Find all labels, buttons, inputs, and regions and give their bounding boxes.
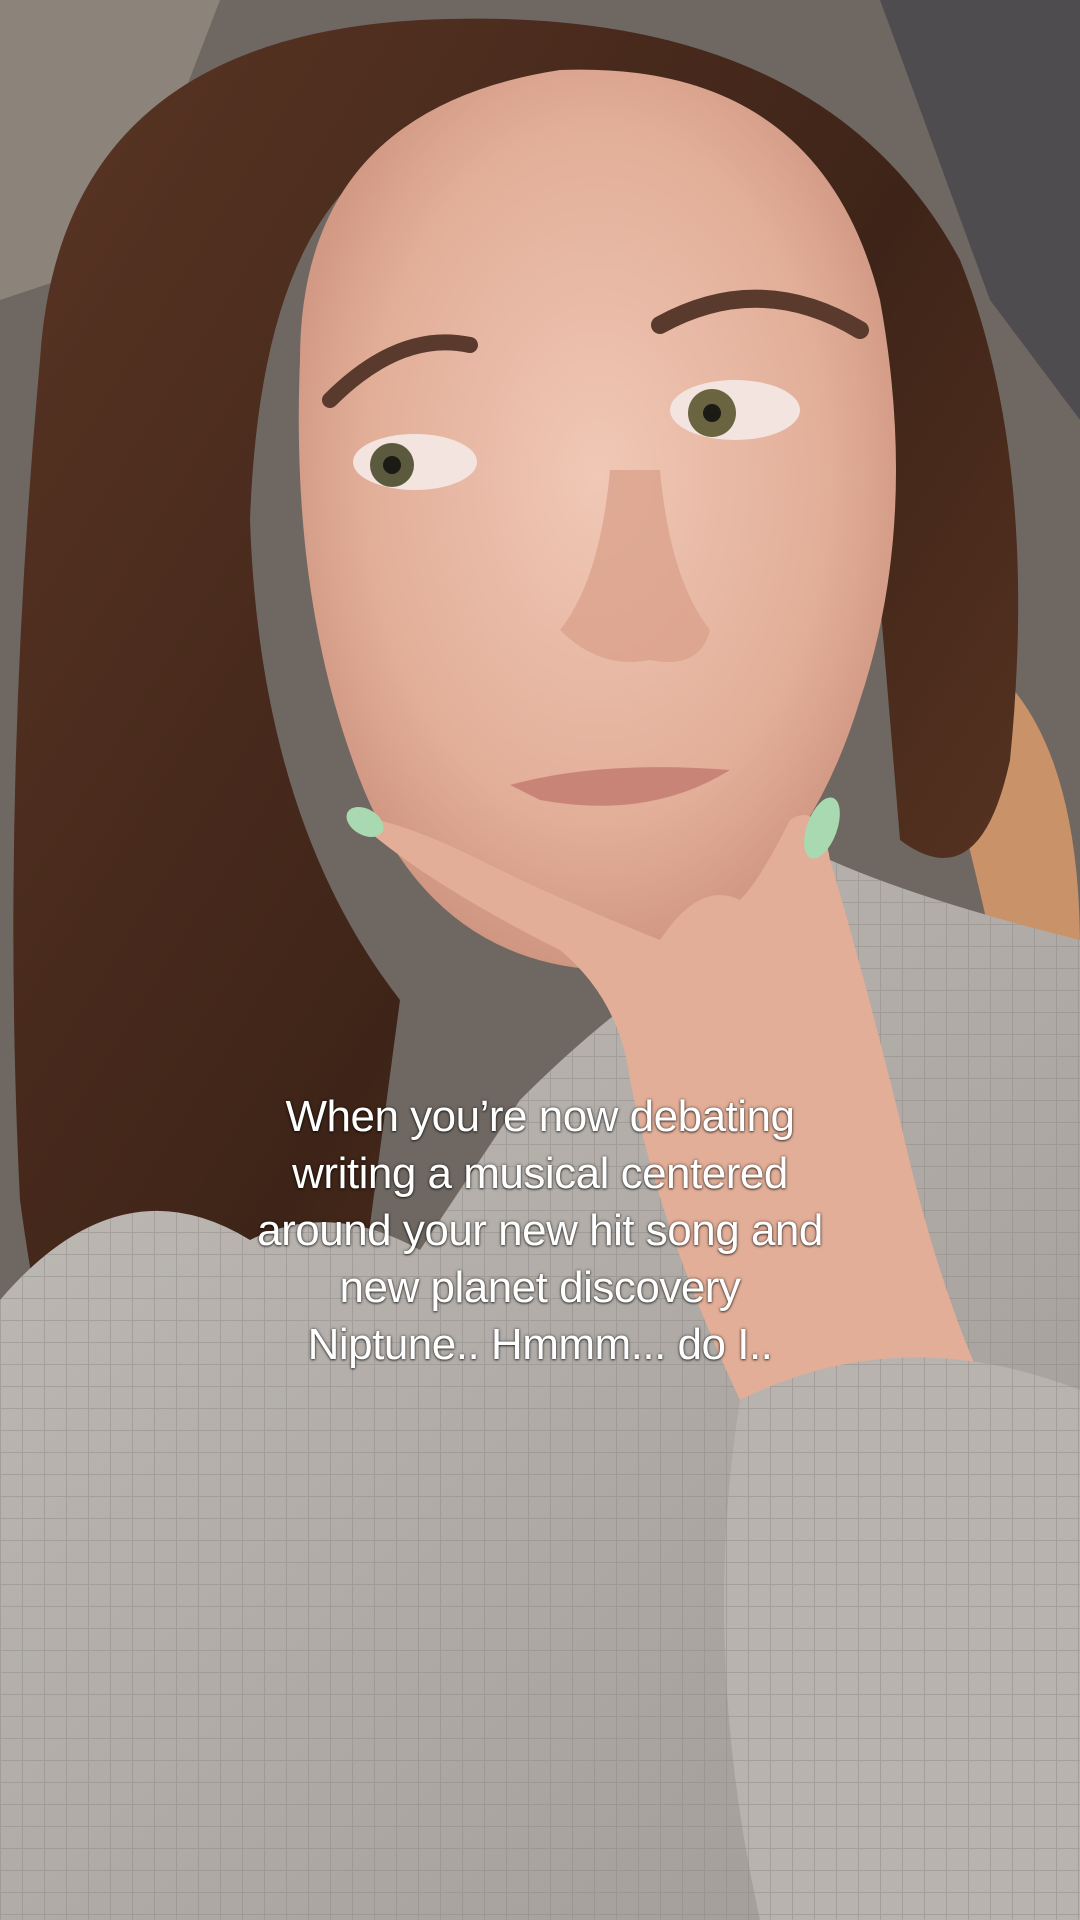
caption-line-2: writing a musical centered	[292, 1149, 788, 1198]
caption-line-1: When you’re now debating	[285, 1092, 796, 1141]
caption-line-3: around your new hit song and	[257, 1206, 823, 1255]
video-frame[interactable]: When you’re now debating writing a music…	[0, 0, 1080, 1920]
video-caption: When you’re now debating writing a music…	[140, 1088, 940, 1373]
caption-line-5: Niptune.. Hmmm... do I..	[307, 1320, 773, 1369]
portrait-photo	[0, 0, 1080, 1920]
caption-line-4: new planet discovery	[339, 1263, 741, 1312]
